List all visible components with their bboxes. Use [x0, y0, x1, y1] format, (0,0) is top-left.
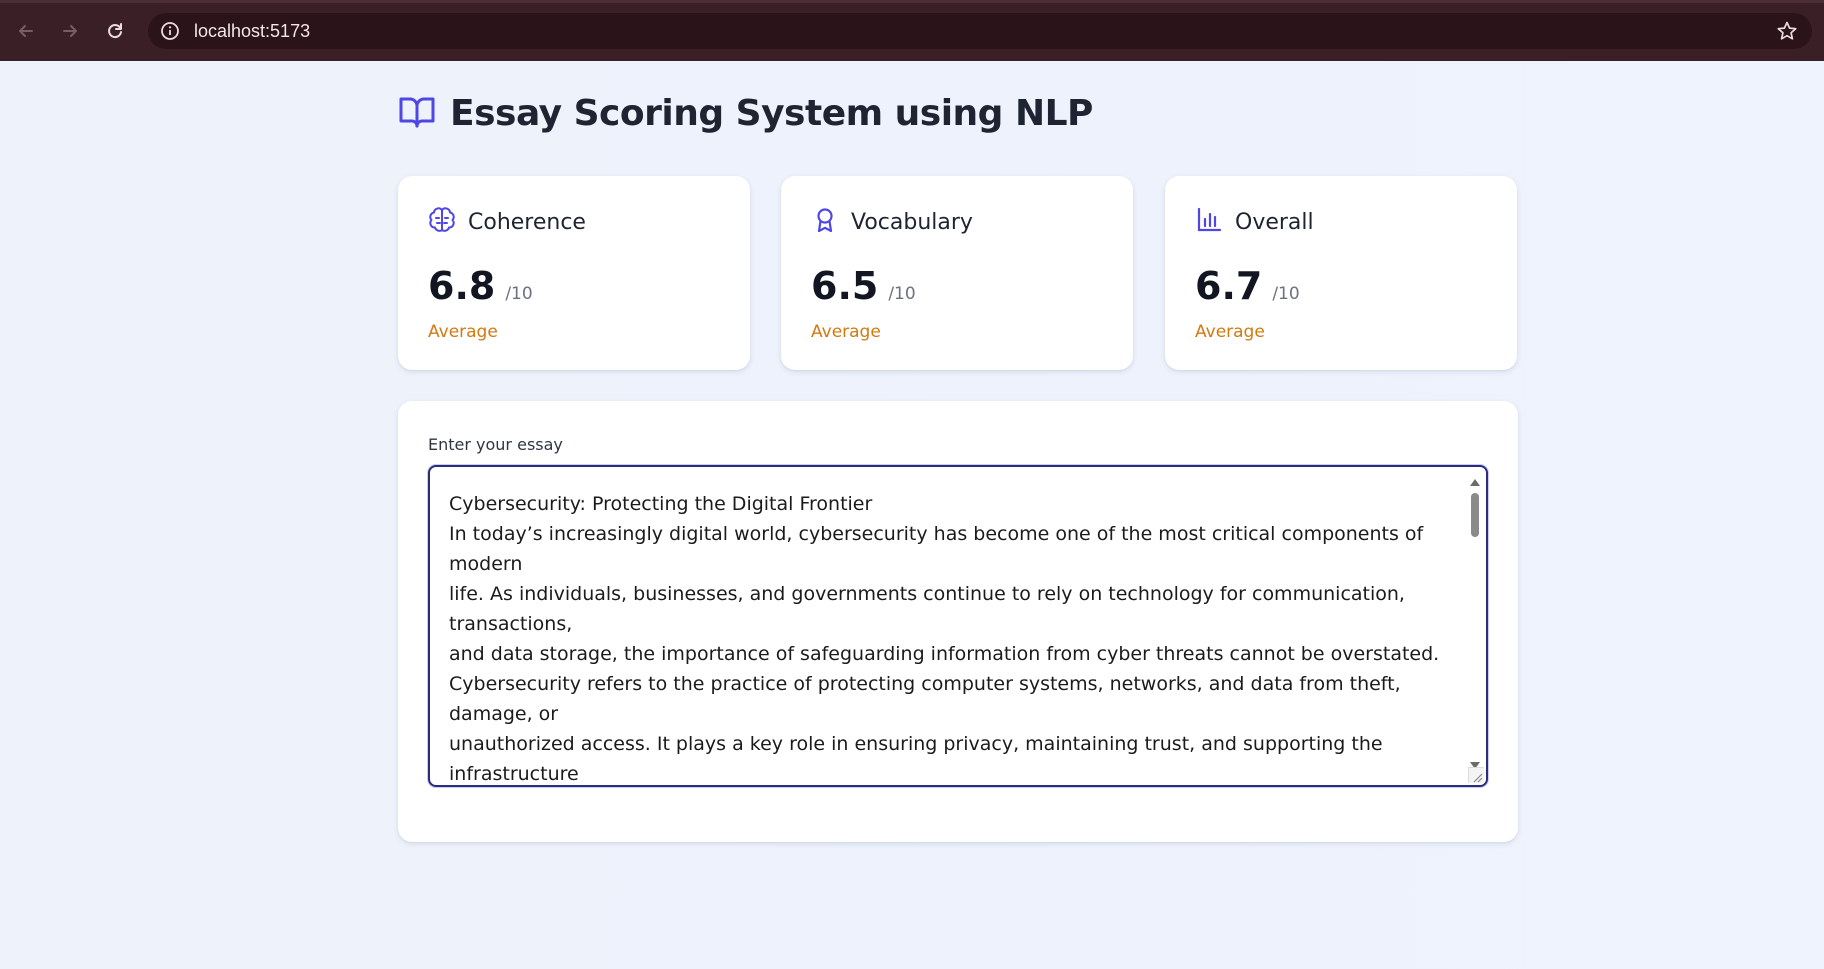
- info-icon[interactable]: [160, 21, 180, 45]
- essay-label: Enter your essay: [428, 435, 563, 454]
- score-card-overall: Overall 6.7 /10 Average: [1165, 176, 1517, 370]
- essay-scrollbar[interactable]: [1468, 471, 1482, 771]
- page-title: Essay Scoring System using NLP: [450, 93, 1093, 134]
- reload-icon[interactable]: [103, 19, 127, 43]
- score-value: 6.8: [428, 264, 496, 308]
- star-icon[interactable]: [1776, 20, 1798, 46]
- essay-text[interactable]: Cybersecurity: Protecting the Digital Fr…: [449, 489, 1459, 785]
- score-max: /10: [888, 284, 916, 304]
- award-icon: [811, 206, 839, 238]
- page-header: Essay Scoring System using NLP: [398, 93, 1093, 134]
- score-value: 6.5: [811, 264, 879, 308]
- address-bar[interactable]: localhost:5173: [148, 13, 1812, 49]
- book-open-icon: [398, 95, 436, 133]
- card-title: Overall: [1235, 209, 1314, 235]
- score-label: Average: [811, 322, 881, 342]
- score-label: Average: [1195, 322, 1265, 342]
- forward-arrow-icon[interactable]: [58, 19, 82, 43]
- score-card-coherence: Coherence 6.8 /10 Average: [398, 176, 750, 370]
- browser-toolbar: localhost:5173: [0, 0, 1824, 61]
- resize-handle[interactable]: [1468, 767, 1484, 783]
- essay-panel: Enter your essay Cybersecurity: Protecti…: [398, 401, 1518, 842]
- url-text[interactable]: localhost:5173: [194, 21, 310, 41]
- page-content: Essay Scoring System using NLP Coherence…: [0, 61, 1824, 969]
- scroll-up-icon[interactable]: [1469, 473, 1481, 492]
- brain-icon: [428, 206, 456, 238]
- score-max: /10: [1272, 284, 1300, 304]
- essay-textarea[interactable]: Cybersecurity: Protecting the Digital Fr…: [428, 465, 1488, 787]
- scroll-thumb[interactable]: [1471, 493, 1479, 537]
- card-title: Coherence: [468, 209, 586, 235]
- back-arrow-icon[interactable]: [14, 19, 38, 43]
- score-card-vocabulary: Vocabulary 6.5 /10 Average: [781, 176, 1133, 370]
- bar-chart-icon: [1195, 206, 1223, 238]
- score-value: 6.7: [1195, 264, 1263, 308]
- tab-strip: [0, 0, 1824, 3]
- card-title: Vocabulary: [851, 209, 973, 235]
- score-label: Average: [428, 322, 498, 342]
- score-max: /10: [505, 284, 533, 304]
